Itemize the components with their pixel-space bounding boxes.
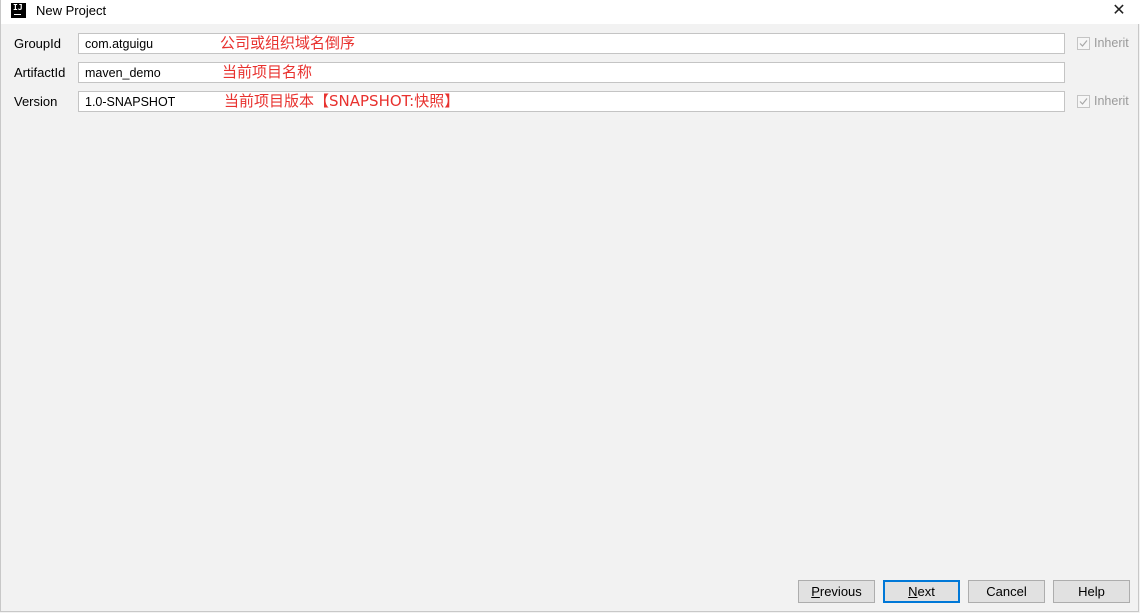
new-project-dialog: IJ New Project ✕ GroupId com.atguigu 公司或… bbox=[0, 0, 1140, 612]
version-label: Version bbox=[14, 94, 58, 109]
artifactid-label: ArtifactId bbox=[14, 65, 66, 80]
version-value: 1.0-SNAPSHOT bbox=[85, 95, 176, 109]
title-bar: IJ New Project ✕ bbox=[1, 0, 1140, 24]
groupid-value: com.atguigu bbox=[85, 37, 154, 51]
window-title: New Project bbox=[36, 3, 107, 18]
checkbox-box bbox=[1077, 37, 1090, 50]
artifactid-row: ArtifactId maven_demo 当前项目名称 bbox=[1, 62, 1140, 84]
close-icon[interactable]: ✕ bbox=[1105, 0, 1133, 22]
inherit-label: Inherit bbox=[1094, 36, 1129, 50]
artifactid-value: maven_demo bbox=[85, 66, 161, 80]
intellij-app-icon: IJ bbox=[11, 3, 26, 18]
checkbox-box bbox=[1077, 95, 1090, 108]
previous-mnemonic: P bbox=[811, 584, 820, 599]
previous-label: revious bbox=[819, 584, 862, 599]
next-button[interactable]: Next bbox=[883, 580, 960, 603]
check-icon bbox=[1079, 98, 1088, 105]
inherit-label: Inherit bbox=[1094, 94, 1129, 108]
groupid-row: GroupId com.atguigu 公司或组织域名倒序 Inherit bbox=[1, 33, 1140, 55]
next-mnemonic: N bbox=[908, 584, 918, 599]
previous-button[interactable]: Previous bbox=[798, 580, 875, 603]
next-label: ext bbox=[917, 584, 935, 599]
groupid-label: GroupId bbox=[14, 36, 61, 51]
version-row: Version 1.0-SNAPSHOT 当前项目版本【SNAPSHOT:快照】… bbox=[1, 91, 1140, 113]
help-button[interactable]: Help bbox=[1053, 580, 1130, 603]
groupid-annotation: 公司或组织域名倒序 bbox=[220, 34, 356, 52]
cancel-button[interactable]: Cancel bbox=[968, 580, 1045, 603]
artifactid-annotation: 当前项目名称 bbox=[222, 63, 313, 81]
version-annotation: 当前项目版本【SNAPSHOT:快照】 bbox=[224, 92, 460, 110]
check-icon bbox=[1079, 40, 1088, 47]
